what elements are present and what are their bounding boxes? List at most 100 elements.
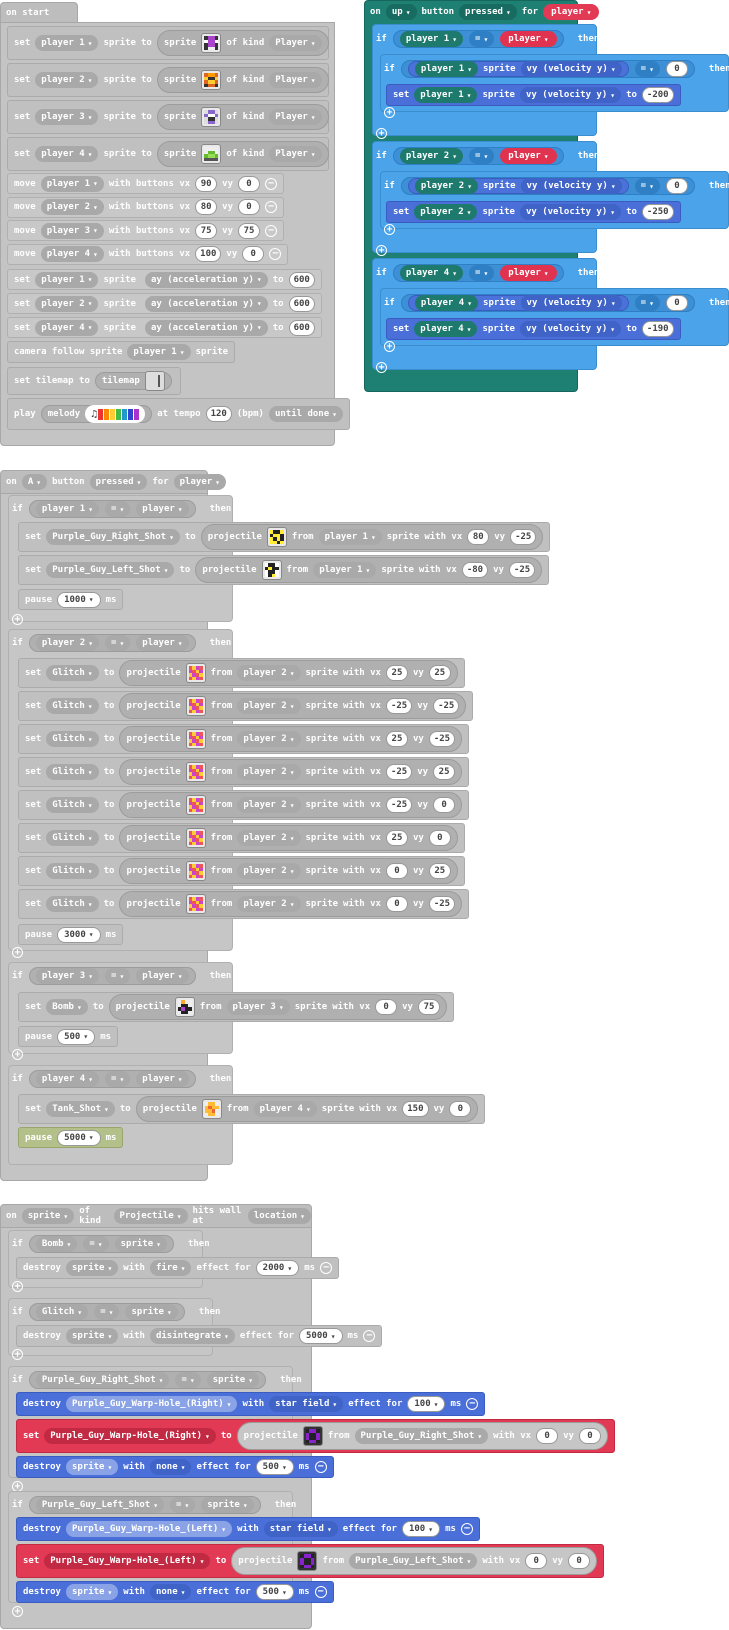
set-projectile-block[interactable]: set Glitch to projectile from player 2 spritew… [18, 856, 465, 886]
projectile-variable-dropdown[interactable]: Glitch [35, 1304, 89, 1320]
projectile-variable-dropdown[interactable]: Glitch [46, 665, 99, 681]
equals-condition[interactable]: player 1 = player [392, 30, 564, 48]
projectile-variable-dropdown[interactable]: Glitch [46, 896, 99, 912]
player-kind-reporter[interactable]: player [500, 31, 557, 47]
effect-dropdown[interactable]: none [149, 1459, 192, 1475]
remove-arg-icon[interactable]: − [460, 1523, 473, 1535]
vx-input[interactable]: 0 [536, 1428, 559, 1444]
sprite-reporter[interactable]: sprite of kind Player [156, 141, 329, 167]
projectile-image[interactable] [185, 729, 206, 749]
property-dropdown[interactable]: vy (velocity y) [519, 204, 622, 220]
pause-block[interactable]: pause 3000 ms [18, 924, 124, 945]
value-input[interactable]: 600 [288, 319, 315, 336]
projectile-from-sprite-reporter[interactable]: projectile from player 2 sprite with vx -25 vy… [119, 759, 463, 785]
equals-operator-dropdown[interactable]: = [105, 1071, 131, 1087]
velocity-value-input[interactable]: -190 [641, 321, 674, 337]
target-sprite-reporter[interactable]: sprite [65, 1459, 119, 1475]
tilemap-thumbnail[interactable] [144, 371, 165, 391]
effect-dropdown[interactable]: none [149, 1584, 192, 1600]
vy-input[interactable]: -25 [428, 896, 456, 912]
projectile-image[interactable] [174, 997, 195, 1017]
vx-input[interactable]: 80 [467, 529, 490, 545]
projectile-from-sprite-reporter[interactable]: projectile from player 1 sprite with vx 80 vy-… [200, 524, 544, 550]
player-variable-dropdown[interactable]: player 2 [414, 178, 479, 194]
sprite-property-reporter[interactable]: player 4 sprite vy (velocity y) [407, 295, 629, 311]
sprite-property-reporter[interactable]: player 1 sprite vy (velocity y) [407, 61, 629, 77]
add-branch-icon[interactable]: + [12, 1606, 23, 1617]
projectile-from-sprite-reporter[interactable]: projectile from player 3 sprite with vx 0 vy 75 [108, 994, 447, 1020]
player-variable-dropdown[interactable]: player 2 [237, 731, 301, 747]
destroy-sprite-effect-block[interactable]: destroy sprite with disintegrate effect for 5… [16, 1325, 383, 1347]
vx-input[interactable]: 0 [385, 896, 408, 912]
add-branch-icon[interactable]: + [12, 1349, 23, 1360]
camera-follow-block[interactable]: camera follow sprite player 1 sprite [7, 341, 236, 363]
set-player-sprite-block[interactable]: set player 1 sprite to sprite of kind Player [7, 26, 329, 60]
player-variable-dropdown[interactable]: player 2 [237, 698, 301, 714]
projectile-from-sprite-reporter[interactable]: projectile from player 2 sprite with vx 25 vy 2… [119, 660, 458, 686]
projectile-image[interactable] [185, 696, 206, 716]
vy-input[interactable]: 25 [428, 863, 451, 879]
add-branch-icon[interactable]: + [376, 245, 387, 256]
target-sprite-reporter[interactable]: sprite [65, 1584, 119, 1600]
compare-value-input[interactable]: 0 [665, 61, 688, 77]
set-projectile-block[interactable]: set Glitch to projectile from player 2 spritew… [18, 790, 470, 820]
player-variable-dropdown[interactable]: player 4 [414, 321, 478, 337]
pause-block[interactable]: pause 500 ms [18, 1026, 119, 1047]
vy-input[interactable]: -25 [510, 529, 537, 545]
player-kind-reporter[interactable]: player [500, 265, 557, 281]
player-kind-reporter[interactable]: player [136, 501, 189, 517]
add-branch-icon[interactable]: + [12, 1281, 23, 1292]
vx-input[interactable]: 0 [375, 999, 398, 1015]
projectile-from-sprite-reporter[interactable]: projectile from player 2 sprite with vx -25 vy… [119, 792, 463, 818]
equals-operator-dropdown[interactable]: = [175, 1372, 201, 1388]
effect-duration-dropdown[interactable]: 500 [255, 1459, 294, 1475]
effect-duration-dropdown[interactable]: 5000 [299, 1328, 343, 1344]
set-projectile-block[interactable]: set Glitch to projectile from player 2 spritew… [18, 823, 465, 853]
player-sprite-image[interactable] [201, 70, 222, 90]
set-warp-hole-projectile-block[interactable]: set Purple_Guy_Warp-Hole_(Left) to projecti… [16, 1544, 605, 1578]
kind-dropdown[interactable]: Player [269, 146, 322, 162]
move-with-buttons-block[interactable]: moveplayer 3with buttons vx75vy75− [7, 220, 284, 241]
vy-input[interactable]: 0 [568, 1553, 591, 1569]
remove-arg-icon[interactable]: − [466, 1398, 479, 1410]
add-branch-icon[interactable]: + [384, 107, 395, 118]
shot-variable-dropdown[interactable]: Purple_Guy_Left_Shot [349, 1553, 478, 1569]
player-variable-dropdown[interactable]: player 1 [35, 35, 99, 51]
projectile-variable-dropdown[interactable]: Glitch [46, 797, 99, 813]
set-projectile-block[interactable]: set Glitch to projectile from player 2 spritew… [18, 757, 470, 787]
projectile-from-sprite-reporter[interactable]: projectile from player 2 sprite with vx 25 vy 0 [119, 825, 458, 851]
set-velocity-block[interactable]: set player 2 sprite vy (velocity y) to -250 [386, 201, 681, 223]
player-variable-dropdown[interactable]: player 2 [414, 204, 478, 220]
player-variable-dropdown[interactable]: player 4 [399, 265, 464, 281]
add-branch-icon[interactable]: + [12, 947, 23, 958]
add-branch-icon[interactable]: + [384, 341, 395, 352]
player-variable-dropdown[interactable]: player 2 [237, 764, 301, 780]
projectile-variable-dropdown[interactable]: Glitch [46, 764, 99, 780]
equals-condition[interactable]: player 1 = player [28, 500, 196, 518]
sprite-reporter[interactable]: sprite of kind Player [156, 104, 329, 130]
equals-operator-dropdown[interactable]: = [105, 501, 131, 517]
player-variable-dropdown[interactable]: player 4 [35, 1071, 100, 1087]
pause-block[interactable]: pause 1000 ms [18, 589, 124, 610]
vy-input[interactable]: 0 [433, 797, 456, 813]
melody-reporter[interactable]: melody ♫ [40, 405, 153, 423]
set-sprite-acceleration-block[interactable]: set player 4 sprite ay (acceleration y) to 60… [7, 317, 322, 338]
player-variable-dropdown[interactable]: player 1 [318, 529, 382, 545]
equals-condition[interactable]: Glitch = sprite [28, 1303, 185, 1321]
destroy-sprite-effect-block[interactable]: destroy sprite with fire effect for 2000 ms− [16, 1257, 340, 1279]
player-variable-dropdown[interactable]: player 2 [35, 72, 99, 88]
vx-input[interactable]: -25 [385, 797, 413, 813]
player-variable-dropdown[interactable]: player 1 [35, 501, 100, 517]
equals-operator-dropdown[interactable]: = [105, 968, 131, 984]
remove-arg-icon[interactable]: − [363, 1330, 376, 1342]
player-variable-dropdown[interactable]: player 1 [313, 562, 377, 578]
play-melody-block[interactable]: play melody ♫ at tempo 120 (bpm) until d… [7, 398, 350, 430]
player-variable-dropdown[interactable]: player 3 [40, 222, 104, 239]
equals-condition[interactable]: player 4 = player [28, 1070, 196, 1088]
property-dropdown[interactable]: vy (velocity y) [520, 178, 622, 194]
set-sprite-acceleration-block[interactable]: set player 1 sprite ay (acceleration y) to 60… [7, 269, 322, 290]
vx-input[interactable]: -80 [461, 562, 489, 578]
value-input[interactable]: 600 [288, 271, 315, 288]
effect-duration-dropdown[interactable]: 500 [255, 1584, 294, 1600]
vx-input[interactable]: 100 [195, 246, 222, 262]
